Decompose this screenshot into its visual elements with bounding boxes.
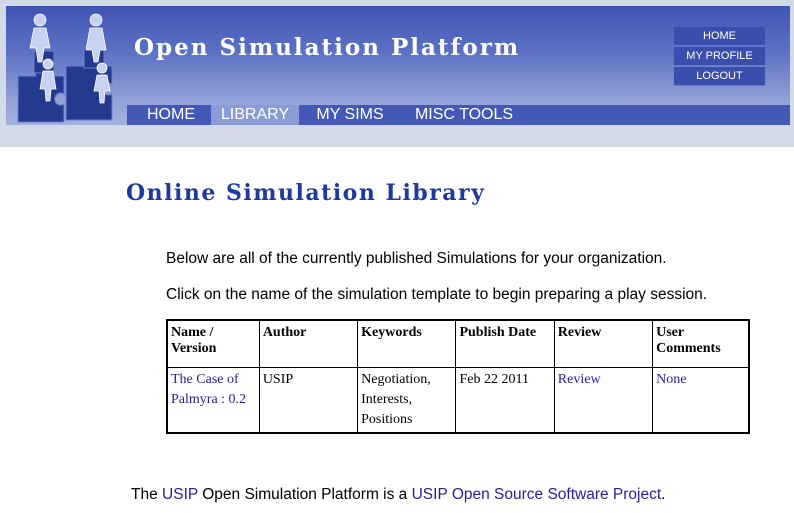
footer-text: The USIP Open Simulation Platform is a U…: [131, 486, 665, 504]
column-header-user-comments: User Comments: [652, 319, 750, 368]
cell-comments: None: [652, 367, 750, 434]
column-header-keywords: Keywords: [357, 319, 457, 368]
comments-link[interactable]: None: [656, 372, 686, 387]
cell-author: USIP: [258, 367, 359, 434]
user-menu-my-profile-link[interactable]: MY PROFILE: [674, 47, 765, 66]
logo-figures-puzzle-icon: [17, 13, 113, 123]
footer-open-source-link[interactable]: USIP Open Source Software Project: [412, 486, 662, 503]
footer-prefix: The: [131, 486, 158, 503]
table-header-row: Name / Version Author Keywords Publish D…: [166, 319, 750, 368]
user-menu-logout-link[interactable]: LOGOUT: [674, 67, 765, 86]
column-header-publish-date: Publish Date: [455, 319, 555, 368]
column-header-name-version: Name / Version: [166, 319, 260, 368]
cell-name: The Case of Palmyra : 0.2: [166, 367, 260, 434]
footer-middle: Open Simulation Platform is a: [202, 486, 408, 503]
footer-usip-link[interactable]: USIP: [162, 486, 198, 503]
site-banner: Open Simulation Platform HOME MY PROFILE…: [6, 6, 790, 125]
intro-text-1: Below are all of the currently published…: [166, 250, 667, 267]
review-link[interactable]: Review: [558, 372, 601, 387]
column-header-review: Review: [553, 319, 654, 368]
simulation-name-link[interactable]: The Case of Palmyra : 0.2: [171, 372, 246, 407]
table-row: The Case of Palmyra : 0.2 USIP Negotiati…: [166, 367, 750, 434]
nav-my-sims[interactable]: MY SIMS: [310, 105, 390, 125]
site-title: Open Simulation Platform: [134, 34, 521, 61]
user-menu: HOME MY PROFILE LOGOUT: [674, 27, 765, 87]
intro-text-2: Click on the name of the simulation temp…: [166, 286, 708, 303]
cell-publish-date: Feb 22 2011: [455, 367, 555, 434]
footer-suffix: .: [661, 486, 666, 503]
simulations-table: Name / Version Author Keywords Publish D…: [166, 319, 750, 434]
page-title: Online Simulation Library: [126, 180, 486, 206]
cell-keywords: Negotiation, Interests, Positions: [357, 367, 457, 434]
cell-review: Review: [553, 367, 654, 434]
user-menu-home-link[interactable]: HOME: [674, 27, 765, 46]
column-header-author: Author: [258, 319, 359, 368]
nav-misc-tools[interactable]: MISC TOOLS: [408, 105, 520, 125]
nav-library[interactable]: LIBRARY: [211, 105, 299, 125]
main-nav: HOME LIBRARY MY SIMS MISC TOOLS: [127, 105, 790, 125]
nav-home[interactable]: HOME: [138, 105, 204, 125]
